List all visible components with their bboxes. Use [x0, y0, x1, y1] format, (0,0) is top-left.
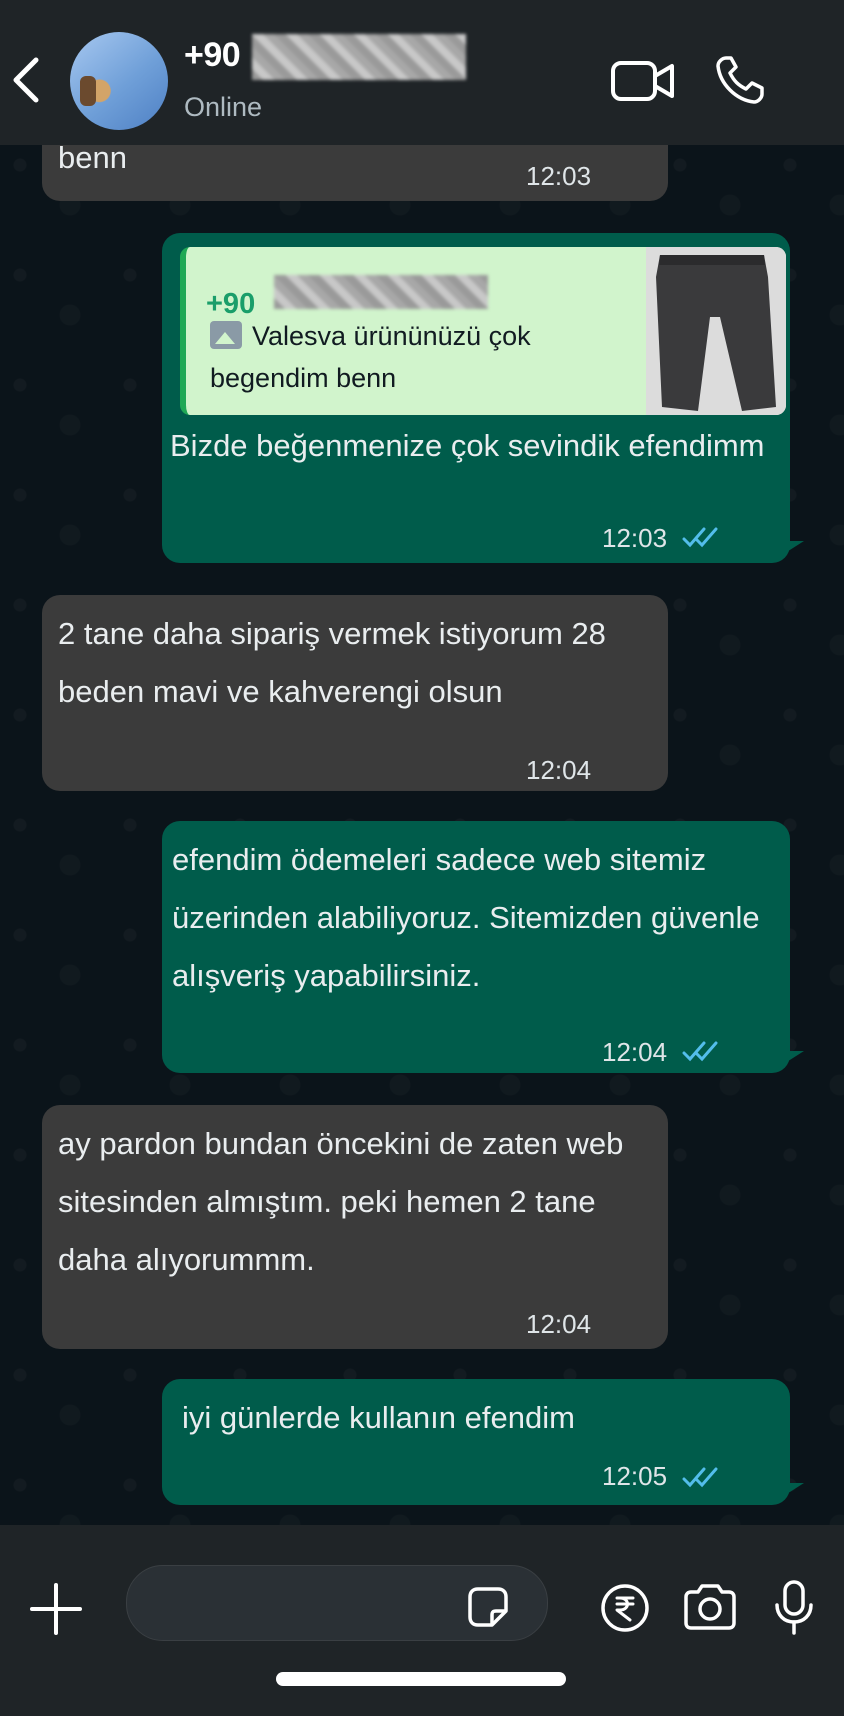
message-text: efendim ödemeleri sadece web sitemiz üze… — [172, 842, 769, 993]
camera-icon[interactable] — [680, 1581, 740, 1633]
home-indicator[interactable] — [276, 1672, 566, 1686]
message-text: iyi günlerde kullanın efendim — [182, 1400, 575, 1435]
message-time: 12:04 — [526, 1309, 592, 1339]
double-check-icon — [682, 527, 718, 548]
avatar[interactable] — [70, 32, 168, 130]
message-text: Bizde beğenmenize çok sevindik efendimm — [170, 428, 765, 463]
microphone-icon[interactable] — [772, 1579, 816, 1637]
rupee-payment-icon[interactable] — [600, 1583, 650, 1633]
message-time: 12:03 — [526, 161, 592, 191]
message-composer — [0, 1525, 844, 1716]
plus-icon[interactable] — [28, 1581, 84, 1637]
quoted-message[interactable]: +90 Valesva ürününüzü çok begendim benn — [180, 247, 786, 415]
message-incoming[interactable]: 2 tane daha sipariş vermek istiyorum 28 … — [42, 595, 668, 791]
message-time: 12:04 — [526, 755, 592, 785]
message-text: 2 tane daha sipariş vermek istiyorum 28 … — [58, 616, 615, 709]
chat-header: +90 Online — [0, 0, 844, 145]
message-list[interactable]: benn 12:03 +90 Valesva ürününüzü çok beg… — [0, 145, 844, 1525]
message-incoming[interactable]: ay pardon bundan öncekini de zaten web s… — [42, 1105, 668, 1349]
contact-status: Online — [184, 92, 263, 122]
message-time: 12:04 — [602, 1037, 668, 1067]
contact-name[interactable]: +90 — [184, 36, 241, 75]
message-text: ay pardon bundan öncekini de zaten web s… — [58, 1126, 632, 1277]
bubble-tail — [782, 1051, 804, 1065]
bubble-tail — [782, 1483, 804, 1497]
message-outgoing[interactable]: efendim ödemeleri sadece web sitemiz üze… — [162, 821, 804, 1073]
double-check-icon — [682, 1467, 718, 1488]
redacted-phone-number — [252, 34, 466, 80]
message-time: 12:05 — [602, 1461, 668, 1491]
quoted-text-content: Valesva ürününüzü çok begendim benn — [210, 321, 531, 393]
image-icon — [210, 321, 242, 349]
redacted-phone-number — [274, 275, 488, 309]
bubble-tail — [782, 541, 804, 555]
message-outgoing[interactable]: +90 Valesva ürününüzü çok begendim benn … — [162, 233, 804, 563]
trousers-image — [646, 247, 786, 415]
message-incoming[interactable]: benn 12:03 — [42, 145, 668, 201]
video-call-icon[interactable] — [610, 58, 676, 104]
phone-icon[interactable] — [712, 52, 768, 108]
double-check-icon — [682, 1041, 718, 1062]
message-outgoing[interactable]: iyi günlerde kullanın efendim 12:05 — [162, 1379, 804, 1505]
back-arrow-icon[interactable] — [6, 50, 44, 110]
quoted-image-thumbnail — [646, 247, 786, 415]
message-time: 12:03 — [602, 523, 668, 553]
sticker-icon[interactable] — [462, 1581, 514, 1633]
quoted-text: Valesva ürününüzü çok begendim benn — [210, 315, 590, 399]
